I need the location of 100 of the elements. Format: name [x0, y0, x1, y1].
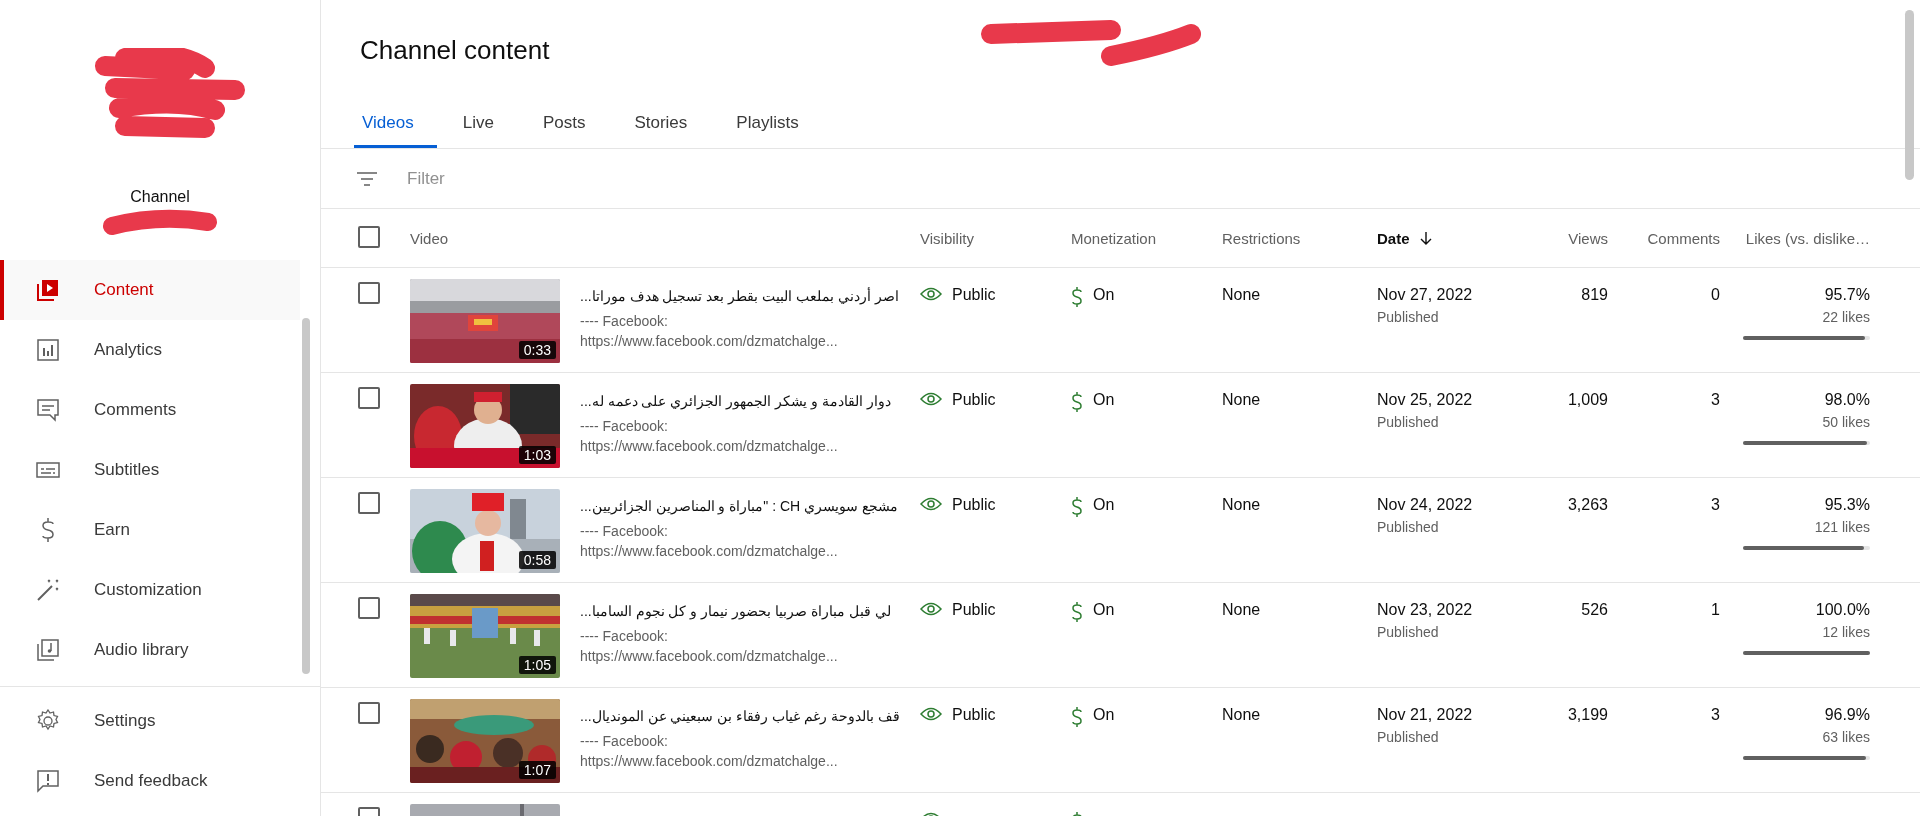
likes-count: 50 likes [1822, 414, 1870, 430]
visibility-text[interactable]: Public [952, 496, 996, 514]
video-description: https://www.facebook.com/dzmatchalge... [580, 647, 838, 666]
views-count: 3,199 [1567, 706, 1608, 724]
video-description: https://www.facebook.com/dzmatchalge... [580, 752, 838, 771]
duration-badge: 1:03 [518, 446, 556, 464]
visibility-text[interactable]: Public [952, 706, 996, 724]
nav-item[interactable]: Subtitles [0, 440, 300, 500]
checkbox[interactable] [358, 597, 380, 619]
checkbox[interactable] [358, 702, 380, 724]
duration-badge: 0:58 [518, 551, 556, 569]
views-count: 3,263 [1567, 496, 1608, 514]
nav-item[interactable]: Customization [0, 560, 300, 620]
nav-item[interactable]: Settings [0, 691, 300, 751]
status-text: Published [1377, 519, 1439, 535]
music-note-icon [36, 638, 60, 662]
video-title[interactable]: دوار القادمة و يشكر الجمهور الجزائري على دعمه له... [580, 393, 891, 409]
date-text: Nov 24, 2022 [1377, 496, 1473, 514]
video-description: https://www.facebook.com/dzmatchalge... [580, 437, 838, 456]
dollar-icon [1071, 287, 1083, 307]
video-title[interactable]: قف بالدوحة رغم غياب رفقاء بن سبعيني عن المونديال... [580, 708, 900, 724]
scrollbar[interactable] [1905, 10, 1914, 180]
nav-item[interactable]: Analytics [0, 320, 300, 380]
duration-badge: 1:07 [518, 761, 556, 779]
video-title[interactable]: اصر أردني بملعب البيت بقطر بعد تسجيل هدف موراتا... [580, 288, 899, 304]
date-text: Nov 27, 2022 [1377, 286, 1473, 304]
dollar-icon [1071, 707, 1083, 727]
restrictions-text: None [1222, 286, 1261, 304]
checkbox[interactable] [358, 387, 380, 409]
page-title: Channel content [360, 34, 550, 66]
nav-item[interactable]: Earn [0, 500, 300, 560]
video-description: ---- Facebook: [580, 627, 668, 646]
video-description: ---- Facebook: [580, 522, 668, 541]
nav-item[interactable]: Send feedback [0, 751, 300, 811]
status-text: Published [1377, 414, 1439, 430]
checkbox[interactable] [358, 492, 380, 514]
likes-percent: 95.3% [1824, 496, 1870, 514]
column-header[interactable]: Restrictions [1222, 229, 1301, 247]
duration-badge: 0:33 [518, 341, 556, 359]
eye-icon [920, 287, 942, 301]
tab[interactable]: Videos [354, 100, 437, 148]
video-description: ---- Facebook: [580, 312, 668, 331]
monetization-text[interactable]: On [1093, 391, 1115, 409]
visibility-text[interactable]: Public [952, 601, 996, 619]
comments-count: 1 [1711, 601, 1720, 619]
restrictions-text: None [1222, 496, 1261, 514]
comments-count: 3 [1711, 706, 1720, 724]
monetization-text[interactable]: On [1093, 706, 1115, 724]
views-count: 1,009 [1567, 391, 1608, 409]
nav-item[interactable]: Content [0, 260, 300, 320]
likes-count: 63 likes [1822, 729, 1870, 745]
column-header[interactable]: Video [410, 229, 449, 247]
column-header[interactable]: Comments [1647, 229, 1720, 247]
nav-item[interactable]: Audio library [0, 620, 300, 680]
eye-icon [920, 707, 942, 721]
likes-percent: 96.9% [1824, 706, 1870, 724]
status-text: Published [1377, 309, 1439, 325]
monetization-text[interactable]: On [1093, 496, 1115, 514]
column-header[interactable]: Likes (vs. dislike… [1745, 229, 1870, 247]
likes-percent: 100.0% [1815, 601, 1870, 619]
likes-count: 121 likes [1814, 519, 1870, 535]
filter-icon[interactable] [357, 170, 377, 187]
eye-icon [920, 392, 942, 406]
comments-count: 3 [1711, 496, 1720, 514]
monetization-text[interactable]: On [1093, 601, 1115, 619]
scrollbar[interactable] [302, 318, 310, 674]
channel-label: Channel [130, 188, 190, 205]
video-title[interactable]: مشجع سويسري CH : "مباراة و المناصرين الجزائريين... [580, 498, 898, 514]
nav-item[interactable]: Comments [0, 380, 300, 440]
likes-percent: 95.7% [1824, 286, 1870, 304]
visibility-text[interactable]: Public [952, 391, 996, 409]
likes-percent: 98.0% [1824, 391, 1870, 409]
tab[interactable]: Stories [626, 100, 711, 148]
date-text: Nov 21, 2022 [1377, 706, 1473, 724]
dollar-icon [1071, 497, 1083, 517]
checkbox[interactable] [358, 282, 380, 304]
tab[interactable]: Live [454, 100, 517, 148]
monetization-text[interactable]: On [1093, 286, 1115, 304]
restrictions-text: None [1222, 601, 1261, 619]
status-text: Published [1377, 624, 1439, 640]
tab[interactable]: Playlists [728, 100, 822, 148]
feedback-icon [36, 769, 60, 793]
dollar-icon [1071, 602, 1083, 622]
dollar-icon [1071, 392, 1083, 412]
column-header[interactable]: Views [1568, 229, 1608, 247]
restrictions-text: None [1222, 706, 1261, 724]
video-description: ---- Facebook: [580, 732, 668, 751]
column-header[interactable]: Visibility [920, 229, 974, 247]
likes-count: 22 likes [1822, 309, 1870, 325]
column-header[interactable]: Monetization [1071, 229, 1157, 247]
checkbox[interactable] [358, 225, 380, 248]
tab[interactable]: Posts [534, 100, 609, 148]
visibility-text[interactable]: Public [952, 286, 996, 304]
views-count: 819 [1581, 286, 1608, 304]
comments-count: 3 [1711, 391, 1720, 409]
video-title[interactable]: لي قبل مباراة صربيا بحضور نيمار و كل نجوم السامبا... [580, 603, 891, 619]
video-description: https://www.facebook.com/dzmatchalge... [580, 542, 838, 561]
column-header[interactable]: Date [1377, 229, 1432, 247]
views-count: 526 [1581, 601, 1608, 619]
video-description: ---- Facebook: [580, 417, 668, 436]
